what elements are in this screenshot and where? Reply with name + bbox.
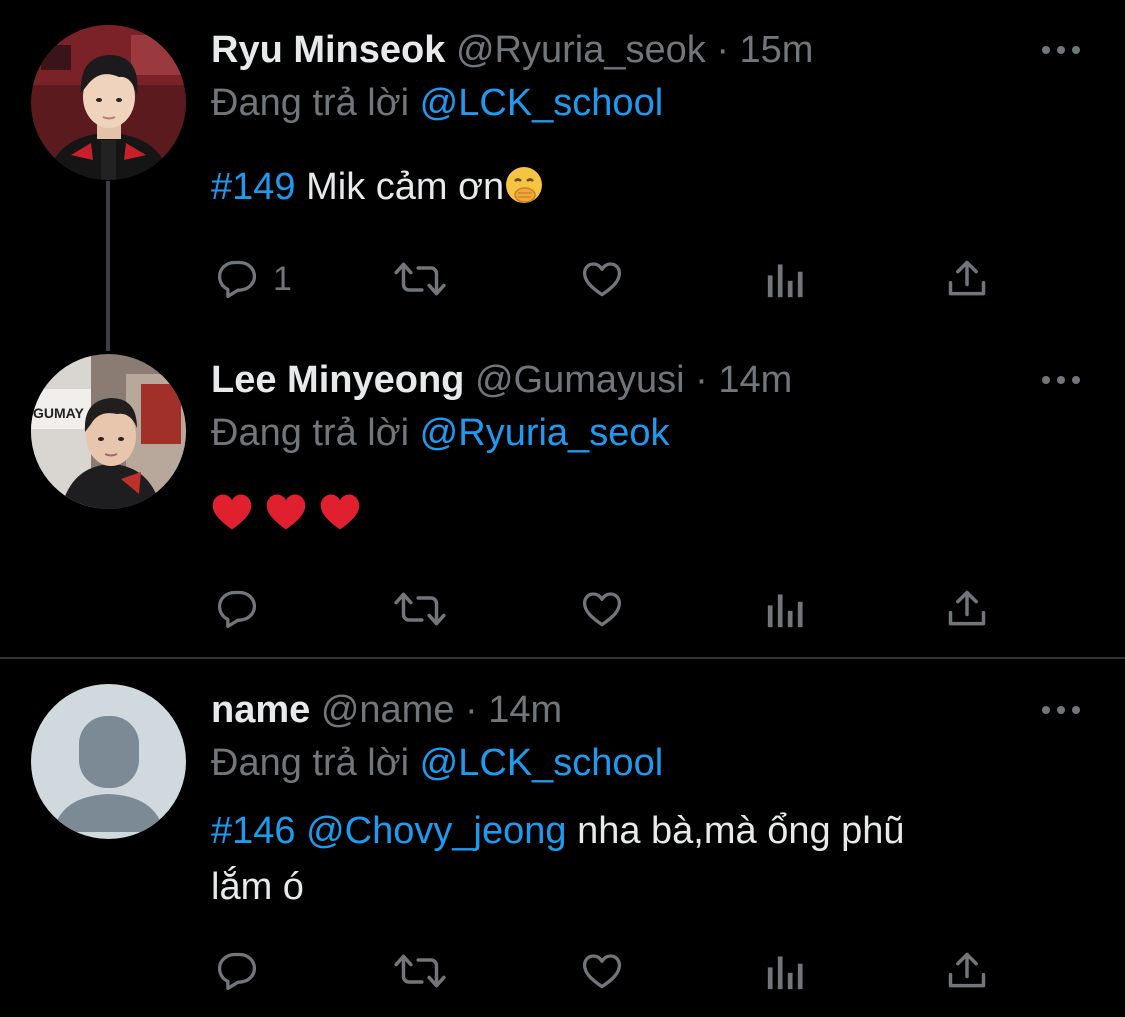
- action-bar: [211, 584, 1001, 634]
- replying-prefix: Đang trả lời: [211, 412, 410, 454]
- tweet-text: [211, 492, 1091, 545]
- like-icon: [579, 257, 625, 301]
- timestamp[interactable]: 15m: [740, 29, 814, 71]
- default-avatar-icon[interactable]: [31, 684, 186, 839]
- red-heart-icon: [265, 492, 307, 545]
- hashtag[interactable]: #149: [211, 166, 296, 208]
- like-button[interactable]: [579, 584, 625, 634]
- timestamp[interactable]: 14m: [488, 689, 562, 731]
- analytics-icon: [766, 949, 806, 993]
- mention[interactable]: @Chovy_jeong: [306, 810, 566, 852]
- tweet-text-line-1: #146 @Chovy_jeong nha bà,mà ổng phũ: [211, 806, 1091, 856]
- tweet-divider: [0, 657, 1125, 659]
- thread-line: [106, 181, 110, 351]
- analytics-button[interactable]: [766, 946, 806, 996]
- svg-text:GUMAY: GUMAY: [33, 405, 84, 421]
- share-button[interactable]: [945, 946, 989, 996]
- retweet-icon: [392, 949, 448, 993]
- display-name[interactable]: Ryu Minseok: [211, 29, 445, 71]
- more-options-icon[interactable]: [1040, 370, 1082, 390]
- red-heart-icon: [211, 492, 253, 545]
- action-bar: 1: [211, 254, 1001, 304]
- replying-mention[interactable]: @Ryuria_seok: [420, 412, 670, 454]
- reply-button[interactable]: [215, 946, 259, 996]
- reply-count: 1: [273, 259, 292, 298]
- tweet-header: Ryu Minseok @Ryuria_seok · 15m: [211, 25, 813, 75]
- handle[interactable]: @name: [321, 689, 455, 731]
- display-name[interactable]: name: [211, 689, 310, 731]
- share-button[interactable]: [945, 584, 989, 634]
- share-button[interactable]: [945, 254, 989, 304]
- replying-to: Đang trả lời @LCK_school: [211, 78, 663, 128]
- separator: ·: [465, 689, 478, 731]
- tweet-text-content: nha bà,mà ổng phũ: [566, 810, 905, 852]
- analytics-button[interactable]: [766, 254, 806, 304]
- red-heart-icon: [319, 492, 361, 545]
- replying-prefix: Đang trả lời: [211, 82, 410, 124]
- tweet-text: #146 @Chovy_jeong nha bà,mà ổng phũ lắm …: [211, 806, 1091, 912]
- handle[interactable]: @Gumayusi: [475, 359, 685, 401]
- like-button[interactable]: [579, 254, 625, 304]
- replying-to: Đang trả lời @Ryuria_seok: [211, 408, 669, 458]
- retweet-button[interactable]: [392, 254, 448, 304]
- retweet-button[interactable]: [392, 946, 448, 996]
- tweet-text-line-2: lắm ó: [211, 866, 304, 908]
- timestamp[interactable]: 14m: [718, 359, 792, 401]
- avatar-lee-minyeong[interactable]: GUMAY: [31, 354, 186, 509]
- display-name[interactable]: Lee Minyeong: [211, 359, 464, 401]
- analytics-icon: [766, 257, 806, 301]
- replying-mention[interactable]: @LCK_school: [420, 742, 663, 784]
- tweet-header: Lee Minyeong @Gumayusi · 14m: [211, 355, 792, 405]
- reply-button[interactable]: 1: [215, 254, 292, 304]
- tweet-header: name @name · 14m: [211, 685, 562, 735]
- share-icon: [945, 587, 989, 631]
- separator: ·: [695, 359, 708, 401]
- replying-to: Đang trả lời @LCK_school: [211, 738, 663, 788]
- like-icon: [579, 587, 625, 631]
- more-options-icon[interactable]: [1040, 700, 1082, 720]
- replying-prefix: Đang trả lời: [211, 742, 410, 784]
- hashtag[interactable]: #146: [211, 810, 296, 852]
- retweet-button[interactable]: [392, 584, 448, 634]
- share-icon: [945, 257, 989, 301]
- share-icon: [945, 949, 989, 993]
- action-bar: [211, 946, 1001, 996]
- like-button[interactable]: [579, 946, 625, 996]
- analytics-button[interactable]: [766, 584, 806, 634]
- separator: ·: [716, 29, 729, 71]
- face-with-hand-over-mouth-icon: [504, 165, 544, 218]
- avatar-ryu-minseok[interactable]: [31, 25, 186, 180]
- more-options-icon[interactable]: [1040, 40, 1082, 60]
- reply-icon: [215, 587, 259, 631]
- handle[interactable]: @Ryuria_seok: [456, 29, 706, 71]
- reply-icon: [215, 257, 259, 301]
- like-icon: [579, 949, 625, 993]
- retweet-icon: [392, 257, 448, 301]
- tweet-text-content: Mik cảm ơn: [306, 166, 505, 208]
- retweet-icon: [392, 587, 448, 631]
- tweet-text: #149 Mik cảm ơn: [211, 162, 1091, 218]
- reply-icon: [215, 949, 259, 993]
- reply-button[interactable]: [215, 584, 259, 634]
- analytics-icon: [766, 587, 806, 631]
- replying-mention[interactable]: @LCK_school: [420, 82, 663, 124]
